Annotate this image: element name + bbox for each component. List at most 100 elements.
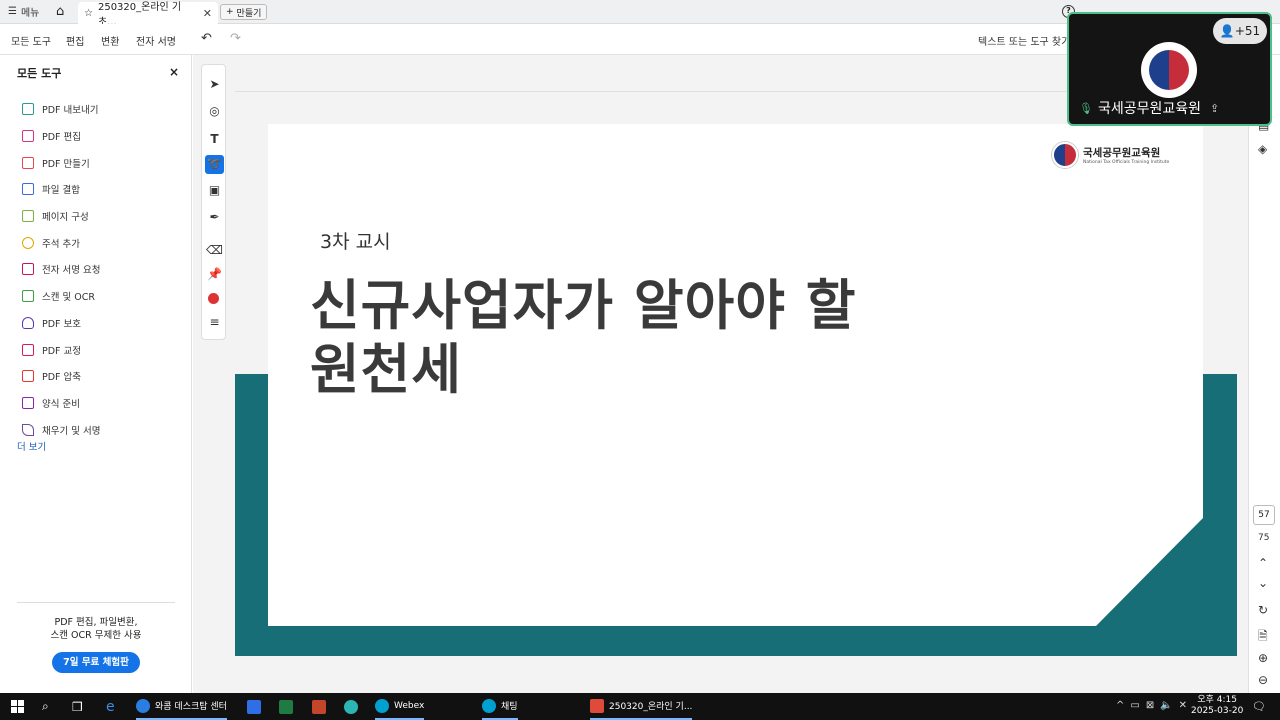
sidebar-item-export-pdf[interactable]: PDF 내보내기 [22,96,187,123]
sidebar-item-request-signature[interactable]: 전자 서명 요청 [22,256,187,283]
add-comment-icon[interactable]: ◎ [205,102,224,121]
task-view-icon[interactable]: ❒ [72,693,83,720]
taskbar-app-chat[interactable]: 채팅 [482,693,518,720]
sidebar-item-edit-pdf[interactable]: PDF 편집 [22,123,187,150]
find-tools-search[interactable]: 텍스트 또는 도구 찾기 [978,33,1070,48]
redact-pdf-icon [22,343,34,356]
signature-icon[interactable]: ✒ [205,208,224,227]
share-screen-icon[interactable]: ⇪ [1210,102,1219,115]
chevron-down-icon[interactable]: ⌄ [1258,576,1268,590]
compress-pdf-icon [22,370,34,383]
divider [17,602,175,603]
close-icon[interactable]: × [169,65,179,79]
prepare-form-icon [22,396,34,409]
participant-name-row: 🎙 국세공무원교육원 ⇪ [1079,98,1219,118]
menu-button[interactable]: ☰ 메뉴 [8,4,39,19]
taskbar-app-wacom[interactable]: 와콤 데스크탑 센터 [136,693,227,720]
webex-chat-icon [482,698,496,713]
lesson-label: 3차 교시 [320,231,391,253]
redo-icon[interactable]: ↷ [230,31,241,46]
org-name-ko: 국세공무원교육원 [1083,147,1161,159]
taskbar-app-bird[interactable] [344,693,358,720]
text-tool-icon[interactable]: T [205,130,224,149]
taegeuk-emblem-icon [1052,142,1078,168]
taskbar-app-webex[interactable]: Webex [375,693,425,720]
taskbar-app-powerpoint[interactable] [312,693,326,720]
edge-icon[interactable]: e [106,693,115,720]
lasso-draw-icon[interactable]: ➰ [205,155,224,174]
taskbar-app-excel[interactable] [279,693,293,720]
sidebar-item-create-pdf[interactable]: PDF 만들기 [22,149,187,176]
sidebar-item-label: 주석 추가 [42,238,80,250]
sidebar-item-fill-sign[interactable]: 채우기 및 서명 [22,416,187,443]
rotate-icon[interactable]: ↻ [1258,603,1268,617]
headline-line-1: 신규사업자가 알아야 할 [310,274,857,337]
free-trial-button[interactable]: 7일 무료 체험판 [52,652,140,673]
select-cursor-icon[interactable]: ➤ [205,75,224,94]
zoom-in-icon[interactable]: ⊕ [1258,651,1268,665]
tab-convert[interactable]: 변환 [101,33,119,48]
sidebar-item-prepare-form[interactable]: 양식 준비 [22,390,187,417]
tab-all-tools[interactable]: 모든 도구 [11,33,51,48]
document-tab[interactable]: ☆ 250320_온라인 기초... ✕ [78,2,218,28]
page-total: 75 [1258,533,1270,543]
undo-icon[interactable]: ↶ [201,31,212,46]
tab-edit[interactable]: 편집 [66,33,84,48]
sidebar-item-organize-pages[interactable]: 페이지 구성 [22,203,187,230]
page-number-input[interactable]: 57 [1253,505,1275,525]
sidebar-item-protect-pdf[interactable]: PDF 보호 [22,310,187,337]
windows-start-icon[interactable] [11,700,24,713]
clock-time: 오후 4:15 [1197,695,1237,705]
sidebar-item-combine-files[interactable]: 파일 결합 [22,176,187,203]
notification-icon[interactable]: 🗨 [1252,693,1266,720]
fill-sign-icon [22,423,34,436]
taegeuk-icon [1149,50,1189,90]
more-tools-link[interactable]: 더 보기 [17,439,46,453]
headline-line-2: 원천세 [310,338,463,401]
acrobat-icon [590,698,604,713]
create-pdf-icon [22,156,34,169]
close-icon[interactable]: ✕ [203,7,212,20]
more-options-icon[interactable]: ≡ [205,313,224,332]
sidebar-item-scan-ocr[interactable]: 스캔 및 OCR [22,283,187,310]
sidebar-item-label: 페이지 구성 [42,212,89,224]
eraser-icon[interactable]: ⌫ [205,241,224,260]
tab-e-sign[interactable]: 전자 서명 [136,33,176,48]
create-label: 만들기 [236,8,262,19]
hamburger-icon: ☰ [8,6,17,17]
video-tile[interactable]: 👤+51 🎙 국세공무원교육원 ⇪ [1067,12,1272,126]
create-button[interactable]: + 만들기 [220,4,268,20]
search-icon[interactable]: ⌕ [42,693,49,720]
slide-headline: 신규사업자가 알아야 할 원천세 [310,274,856,402]
sidebar-item-compress-pdf[interactable]: PDF 압축 [22,363,187,390]
home-icon[interactable]: ⌂ [56,4,64,19]
org-name-en: National Tax Officials Training Institut… [1083,160,1170,165]
zoom-out-icon[interactable]: ⊖ [1258,673,1268,687]
taskbar-app-acrobat[interactable]: 250320_온라인 기... [590,693,693,720]
protect-pdf-icon [22,316,34,329]
sidebar-item-label: 전자 서명 요청 [42,265,101,277]
quick-tools-bar: ➤ ◎ T ➰ ▣ ✒ ⌫ 📌 ≡ [201,64,226,340]
system-tray[interactable]: ^▭⊠🔈✕ [1116,700,1193,711]
bird-app-icon [344,699,358,714]
taskbar-app-label: Webex [394,700,425,711]
taskbar-app-notepad[interactable] [247,693,261,720]
system-clock[interactable]: 오후 4:15 2025-03-20 [1191,695,1243,717]
layers-icon[interactable]: ◈ [1258,142,1267,156]
star-icon[interactable]: ☆ [84,8,93,19]
excel-icon [279,699,293,714]
pin-icon[interactable]: 📌 [205,265,224,284]
sidebar-item-label: PDF 보호 [42,318,82,330]
chevron-up-icon[interactable]: ⌃ [1258,556,1268,570]
sidebar-item-add-comment[interactable]: 주석 추가 [22,229,187,256]
sidebar-item-label: PDF 압축 [42,372,82,384]
page-settings-icon[interactable]: 🗎 [1258,627,1268,648]
color-picker-icon[interactable] [208,293,219,304]
sidebar-item-label: 파일 결합 [42,185,80,197]
participant-count-badge[interactable]: 👤+51 [1213,18,1267,44]
text-box-icon[interactable]: ▣ [205,181,224,200]
all-tools-sidebar: 모든 도구 × PDF 내보내기 PDF 편집 PDF 만들기 파일 결합 페이… [0,55,192,693]
org-emblem [1141,42,1197,98]
sidebar-item-redact-pdf[interactable]: PDF 교정 [22,336,187,363]
scan-ocr-icon [22,290,34,303]
